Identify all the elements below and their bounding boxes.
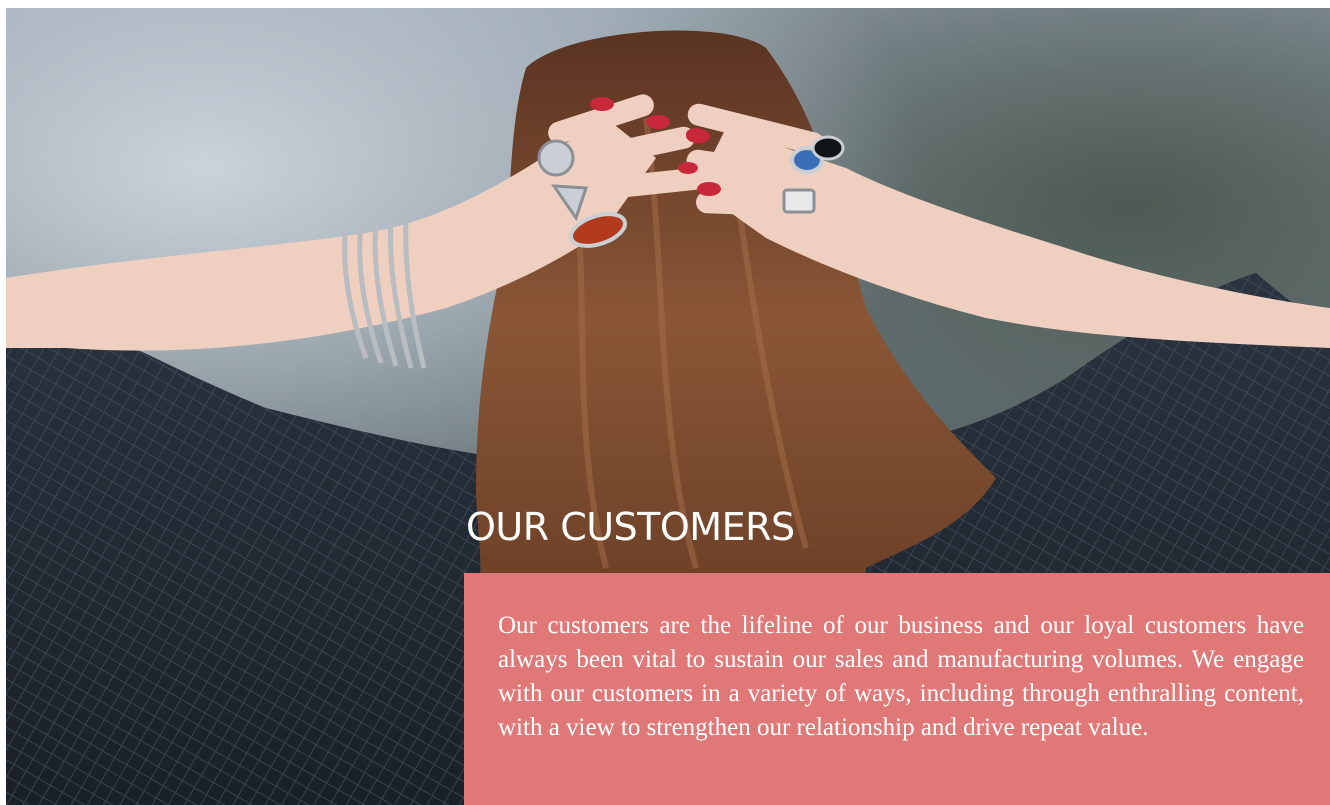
customers-text-panel: Our customers are the lifeline of our bu… bbox=[464, 573, 1330, 805]
page: OUR CUSTOMERS Our customers are the life… bbox=[0, 0, 1330, 805]
section-title: OUR CUSTOMERS bbox=[466, 505, 795, 549]
customers-description: Our customers are the lifeline of our bu… bbox=[498, 612, 1304, 741]
